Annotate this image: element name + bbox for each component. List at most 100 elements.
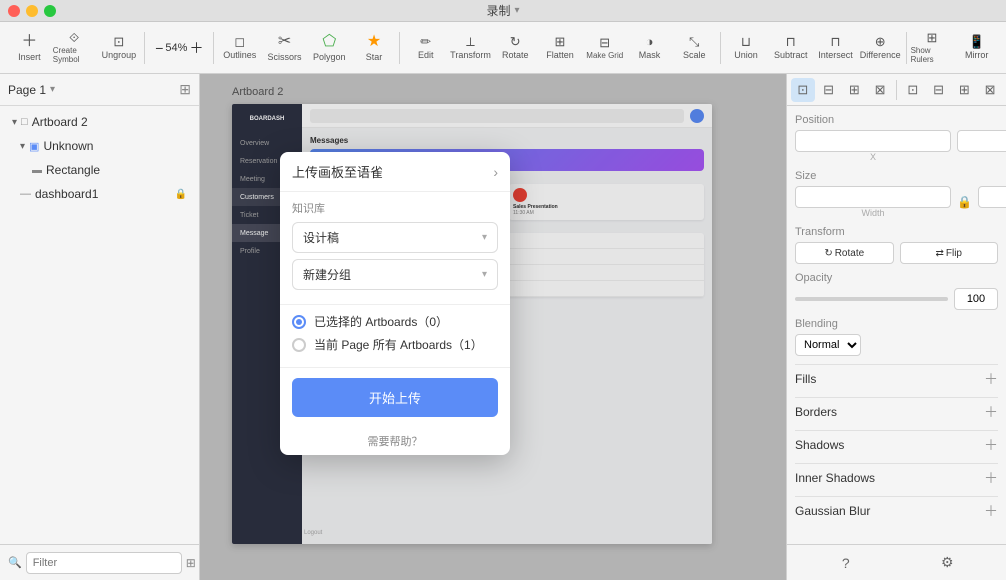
tree-item-unknown[interactable]: ▾ ▣ Unknown	[12, 134, 195, 158]
window-controls[interactable]	[8, 5, 56, 17]
panel-right: ⊡ ⊟ ⊞ ⊠ ⊡ ⊟ ⊞ ⊠ Position X	[786, 74, 1006, 580]
opacity-input[interactable]	[954, 288, 998, 310]
insert-tool[interactable]: ＋ Insert	[8, 26, 51, 70]
x-sub-label: X	[795, 152, 951, 162]
popup-group-dropdown[interactable]: 新建分组 ▾	[292, 259, 498, 290]
tree-item-dashboard1[interactable]: — dashboard1 🔒	[12, 182, 195, 206]
polygon-tool[interactable]: ⬠ Polygon	[308, 26, 351, 70]
popup-expand-icon[interactable]: ›	[493, 164, 498, 180]
rotate-tool[interactable]: ↻ Rotate	[494, 26, 537, 70]
tab-align-left[interactable]: ⊠	[868, 78, 892, 102]
borders-section[interactable]: Borders ＋	[795, 397, 998, 426]
canvas-area[interactable]: Artboard 2 BOARDASH Overview Reservation…	[200, 74, 786, 580]
popup-header: 上传画板至语雀 ›	[280, 152, 510, 192]
sidebar-add-page[interactable]: ⊞	[179, 81, 191, 98]
tab-align[interactable]: ⊡	[791, 78, 815, 102]
blending-group: Blending Normal	[795, 318, 998, 356]
mirror-tool[interactable]: 📱 Mirror	[955, 26, 998, 70]
rotate-btn[interactable]: ↻ Rotate	[795, 242, 894, 264]
zoom-minus[interactable]: −	[155, 40, 163, 56]
fills-add-icon[interactable]: ＋	[984, 369, 998, 389]
settings-icon[interactable]: ⚙	[935, 551, 959, 575]
page-chevron[interactable]: ▾	[50, 84, 55, 95]
zoom-plus[interactable]: ＋	[189, 38, 203, 58]
title-chevron[interactable]: ▾	[514, 5, 519, 16]
width-input[interactable]	[795, 186, 951, 208]
outlines-tool[interactable]: ◻ Outlines	[218, 26, 261, 70]
flatten-tool[interactable]: ⊞ Flatten	[539, 26, 582, 70]
size-lock-icon[interactable]: 🔒	[957, 195, 972, 209]
minimize-button[interactable]	[26, 5, 38, 17]
sidebar-left: Page 1 ▾ ⊞ ▾ □ Artboard 2 ▾ ▣ Unknown ▬ …	[0, 74, 200, 580]
ungroup-tool[interactable]: ⊡ Ungroup	[98, 26, 141, 70]
mirror-label: Mirror	[965, 50, 989, 60]
tab-align-bottom[interactable]: ⊠	[978, 78, 1002, 102]
radio-all-circle	[292, 338, 306, 352]
tree-item-rectangle[interactable]: ▬ Rectangle	[24, 158, 195, 182]
fills-section[interactable]: Fills ＋	[795, 364, 998, 393]
borders-add-icon[interactable]: ＋	[984, 402, 998, 422]
panel-footer: ? ⚙	[787, 544, 1006, 580]
flip-btn[interactable]: ⇄ Flip	[900, 242, 999, 264]
maximize-button[interactable]	[44, 5, 56, 17]
radio-all-artboards[interactable]: 当前 Page 所有 Artboards（1）	[292, 336, 498, 353]
mask-tool[interactable]: ◑ Mask	[628, 26, 671, 70]
scissors-tool[interactable]: ✂ Scissors	[263, 26, 306, 70]
star-tool[interactable]: ★ Star	[353, 26, 396, 70]
filter-input[interactable]	[26, 552, 182, 574]
width-field-wrap: Width	[795, 186, 951, 218]
edit-tool[interactable]: ✏ Edit	[404, 26, 447, 70]
shadows-section[interactable]: Shadows ＋	[795, 430, 998, 459]
toolbar: ＋ Insert ⟐ Create Symbol ⊡ Ungroup − 54%…	[0, 22, 1006, 74]
close-button[interactable]	[8, 5, 20, 17]
union-tool[interactable]: ⊔ Union	[725, 26, 768, 70]
inner-shadows-section[interactable]: Inner Shadows ＋	[795, 463, 998, 492]
height-input[interactable]	[978, 186, 1006, 208]
tab-distribute-v[interactable]: ⊞	[843, 78, 867, 102]
difference-tool[interactable]: ⊕ Difference	[859, 26, 902, 70]
tab-align-right[interactable]: ⊟	[927, 78, 951, 102]
difference-icon: ⊕	[875, 35, 886, 48]
flip-label: Flip	[946, 248, 962, 259]
polygon-icon: ⬠	[322, 34, 336, 50]
transform-tool[interactable]: ⟂ Transform	[449, 26, 492, 70]
popup-group-value: 新建分组	[303, 266, 351, 283]
radio-selected-artboards[interactable]: 已选择的 Artboards（0）	[292, 313, 498, 330]
make-grid-tool[interactable]: ⊟ Make Grid	[583, 26, 626, 70]
tree-icon-unknown: ▣	[29, 140, 39, 153]
help-icon[interactable]: ?	[834, 551, 858, 575]
tab-align-top[interactable]: ⊞	[952, 78, 976, 102]
gaussian-blur-section[interactable]: Gaussian Blur ＋	[795, 496, 998, 525]
zoom-area[interactable]: − 54% ＋	[149, 38, 209, 58]
inner-shadows-add-icon[interactable]: ＋	[984, 468, 998, 488]
popup-help[interactable]: 需要帮助？	[280, 427, 510, 455]
popup-kb-dropdown[interactable]: 设计稿 ▾	[292, 222, 498, 253]
y-input[interactable]	[957, 130, 1006, 152]
shadows-add-icon[interactable]: ＋	[984, 435, 998, 455]
polygon-label: Polygon	[313, 52, 346, 62]
rotate-label: Rotate	[502, 50, 529, 60]
page-label: Page 1	[8, 83, 46, 97]
intersect-tool[interactable]: ⊓ Intersect	[814, 26, 857, 70]
scissors-icon: ✂	[278, 34, 291, 50]
create-symbol-tool[interactable]: ⟐ Create Symbol	[53, 26, 96, 70]
gaussian-blur-add-icon[interactable]: ＋	[984, 501, 998, 521]
sidebar-footer-copy-icon[interactable]: ⊞	[186, 556, 196, 570]
union-label: Union	[734, 50, 758, 60]
show-rulers-icon: ⊞	[926, 31, 937, 44]
x-input[interactable]	[795, 130, 951, 152]
x-field-wrap: X	[795, 130, 951, 162]
subtract-tool[interactable]: ⊓ Subtract	[769, 26, 812, 70]
gaussian-blur-title: Gaussian Blur	[795, 504, 870, 518]
fills-title: Fills	[795, 372, 816, 386]
upload-button[interactable]: 开始上传	[292, 378, 498, 417]
tab-distribute-h[interactable]: ⊟	[817, 78, 841, 102]
show-rulers-tool[interactable]: ⊞ Show Rulers	[911, 26, 954, 70]
tree-item-artboard2[interactable]: ▾ □ Artboard 2	[4, 110, 195, 134]
opacity-slider[interactable]	[795, 297, 948, 301]
blend-select[interactable]: Normal	[795, 334, 861, 356]
transform-label: Transform	[795, 226, 998, 238]
scale-tool[interactable]: ⤡ Scale	[673, 26, 716, 70]
tab-align-center[interactable]: ⊡	[901, 78, 925, 102]
subtract-icon: ⊓	[786, 35, 796, 48]
